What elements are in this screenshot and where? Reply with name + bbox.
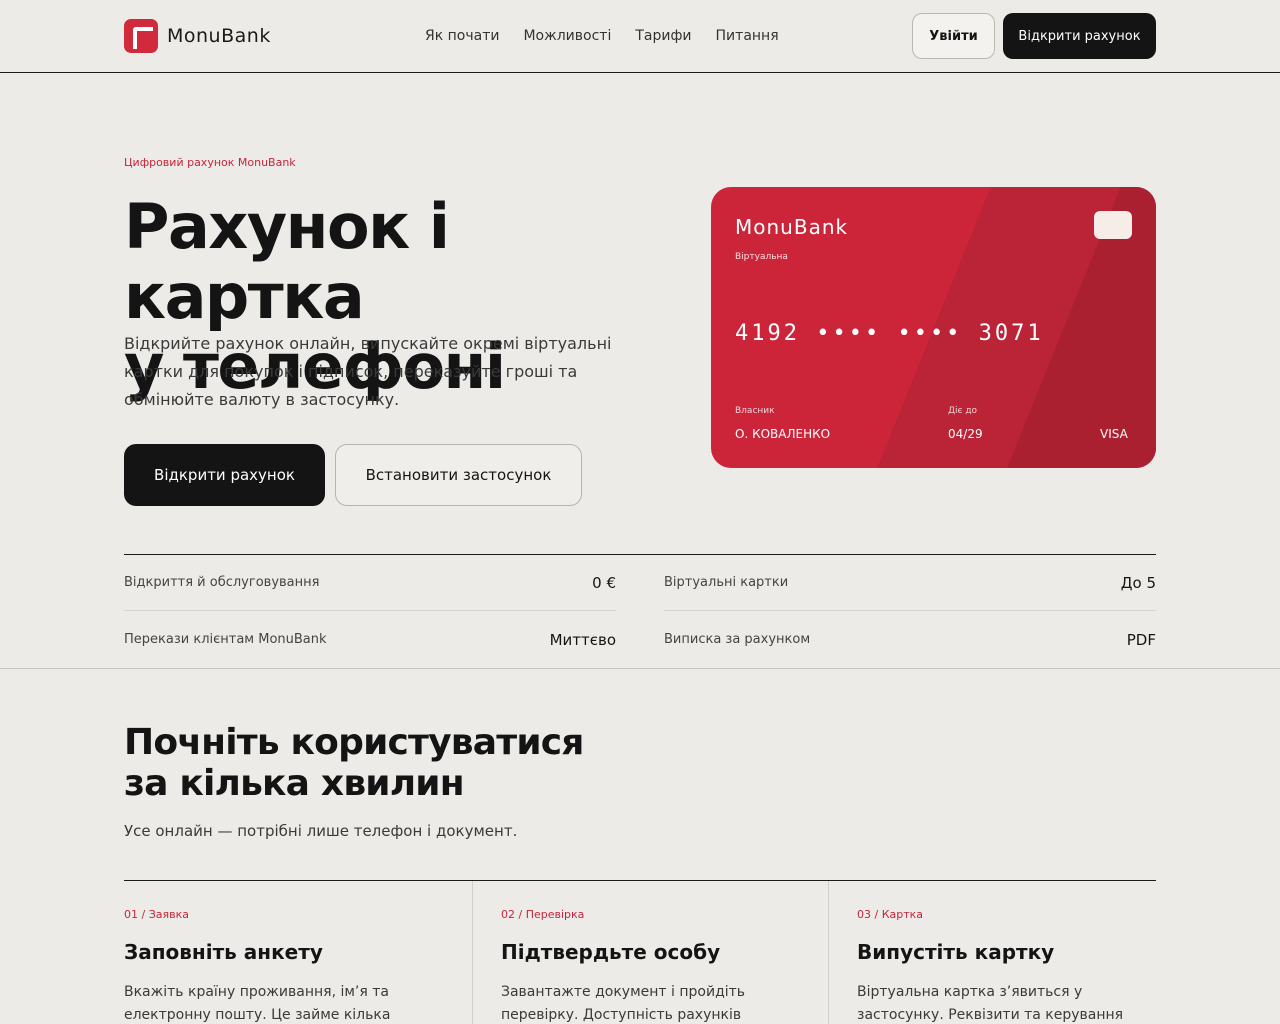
stat-item: Відкриття й обслуговування 0 €: [124, 554, 616, 611]
step-text: Завантажте документ і пройдіть перевірку…: [501, 984, 746, 1023]
hero-title-line-1: Рахунок і картка: [124, 190, 450, 333]
step-title: Заповніть анкету: [124, 940, 323, 964]
stat-item: Віртуальні картки До 5: [664, 554, 1156, 611]
hero-eyebrow: Цифровий рахунок MonuBank: [124, 156, 296, 169]
card-expiry: 04/29: [948, 427, 983, 441]
open-account-button[interactable]: Відкрити рахунок: [124, 444, 325, 506]
step-eyebrow: 03 / Картка: [857, 908, 924, 921]
stat-value: До 5: [1120, 573, 1156, 592]
main-nav: Як почати Можливості Тарифи Питання: [425, 28, 803, 44]
stat-item: Перекази клієнтам MonuBank Миттєво: [124, 611, 616, 668]
login-button[interactable]: Увійти: [912, 13, 995, 59]
card-holder: О. КОВАЛЕНКО: [735, 427, 831, 441]
card-expiry-label: Діє до: [948, 406, 978, 416]
stat-label: Перекази клієнтам MonuBank: [124, 632, 327, 647]
nav-link-faq[interactable]: Питання: [716, 28, 779, 44]
logo-icon: [124, 19, 158, 53]
nav-link-pricing[interactable]: Тарифи: [635, 28, 691, 44]
divider: [828, 881, 829, 1024]
card-network-logo: VISA: [1100, 427, 1128, 441]
open-account-header-button[interactable]: Відкрити рахунок: [1003, 13, 1156, 59]
section-divider: [0, 668, 1280, 669]
step-text: Вкажіть країну проживання, ім’я та елект…: [124, 984, 391, 1023]
nav-link-how-to-start[interactable]: Як почати: [425, 28, 499, 44]
stat-value: Миттєво: [549, 630, 616, 649]
hero-description: Відкрийте рахунок онлайн, випускайте окр…: [124, 334, 612, 409]
card-brand: MonuBank: [735, 215, 849, 239]
virtual-card-illustration: MonuBank Віртуальна 4192 •••• •••• 3071 …: [711, 187, 1156, 468]
install-app-button[interactable]: Встановити застосунок: [335, 444, 582, 506]
section-title-line-1: Почніть користуватися: [124, 722, 584, 763]
step-text: Віртуальна картка з’явиться у застосунку…: [857, 984, 1124, 1023]
section-subtitle: Усе онлайн — потрібні лише телефон і док…: [124, 822, 518, 840]
card-number: 4192 •••• •••• 3071: [735, 321, 1044, 346]
stat-value: PDF: [1126, 630, 1156, 649]
brand-name: MonuBank: [167, 25, 271, 47]
stat-label: Відкриття й обслуговування: [124, 575, 320, 590]
nav-link-features[interactable]: Можливості: [523, 28, 611, 44]
stat-value: 0 €: [592, 573, 616, 592]
card-holder-label: Власник: [735, 406, 775, 416]
stat-item: Виписка за рахунком PDF: [664, 611, 1156, 668]
card-chip-icon: [1094, 211, 1132, 239]
step-title: Випустіть картку: [857, 940, 1055, 964]
stat-label: Віртуальні картки: [664, 575, 789, 590]
card-type: Віртуальна: [735, 252, 788, 262]
step-title: Підтвердьте особу: [501, 940, 721, 964]
step-eyebrow: 01 / Заявка: [124, 908, 189, 921]
site-header: MonuBank Як почати Можливості Тарифи Пит…: [0, 0, 1280, 73]
divider: [472, 881, 473, 1024]
brand-logo[interactable]: MonuBank: [124, 19, 271, 53]
step-eyebrow: 02 / Перевірка: [501, 908, 585, 921]
divider: [124, 880, 1156, 881]
section-title: Почніть користуватися за кілька хвилин: [124, 722, 724, 804]
stat-label: Виписка за рахунком: [664, 632, 811, 647]
section-title-line-2: за кілька хвилин: [124, 763, 465, 804]
